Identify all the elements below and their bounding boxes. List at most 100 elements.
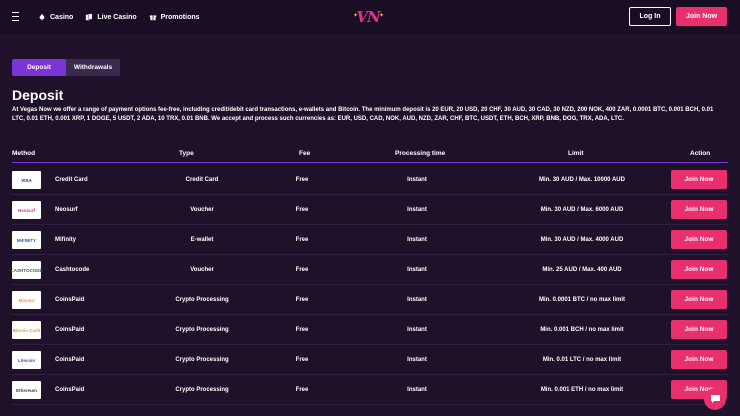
- table-row: Neosurf Neosurf Voucher Free Instant Min…: [12, 195, 728, 225]
- method-limit: Min. 30 AUD / Max. 6000 AUD: [540, 206, 624, 213]
- method-type: Voucher: [190, 206, 214, 213]
- nav-live-casino[interactable]: Live Casino: [85, 13, 137, 21]
- join-now-button[interactable]: Join Now: [671, 170, 727, 189]
- join-now-button[interactable]: Join Now: [671, 320, 727, 339]
- cards-icon: [86, 13, 93, 21]
- header-processing-time: Processing time: [395, 150, 446, 157]
- menu-icon[interactable]: [12, 12, 19, 21]
- method-processing-time: Instant: [407, 356, 427, 363]
- join-now-button[interactable]: Join Now: [671, 200, 727, 219]
- method-name: Credit Card: [55, 176, 88, 183]
- method-processing-time: Instant: [407, 386, 427, 393]
- site-header: Casino Live Casino Promotions ✦ VN ✦ Log…: [0, 0, 740, 34]
- star-icon: ✦: [379, 13, 385, 19]
- page-title: Deposit: [12, 87, 64, 103]
- method-logo: Ethereum: [12, 381, 41, 399]
- payment-tabs: Deposit Withdrawals: [12, 59, 120, 76]
- gift-icon: [149, 15, 156, 21]
- method-processing-time: Instant: [407, 296, 427, 303]
- method-limit: Min. 30 AUD / Max. 4000 AUD: [540, 236, 624, 243]
- method-logo: CASHTOCODE: [10, 261, 43, 279]
- method-type: Crypto Processing: [175, 296, 229, 303]
- method-name: Neosurf: [55, 206, 78, 213]
- tab-deposit[interactable]: Deposit: [12, 59, 66, 76]
- nav-casino[interactable]: Casino: [38, 13, 73, 21]
- spade-icon: [39, 13, 45, 21]
- nav-live-casino-label: Live Casino: [97, 13, 137, 21]
- method-processing-time: Instant: [407, 206, 427, 213]
- table-header: Method Type Fee Processing time Limit Ac…: [12, 150, 728, 163]
- table-row: MiFINITY Mifinity E-wallet Free Instant …: [12, 225, 728, 255]
- nav-promotions-label: Promotions: [160, 13, 200, 21]
- method-fee: Free: [295, 266, 309, 273]
- main-nav: Casino Live Casino Promotions: [38, 0, 200, 34]
- header-limit: Limit: [568, 150, 584, 157]
- method-logo: VISA: [12, 171, 41, 189]
- method-limit: Min. 0.001 ETH / no max limit: [540, 386, 624, 393]
- method-logo-text: CASHTOCODE: [10, 267, 43, 273]
- join-now-button[interactable]: Join Now: [676, 7, 727, 26]
- join-now-button[interactable]: Join Now: [671, 230, 727, 249]
- method-logo-text: Neosurf: [17, 207, 35, 213]
- method-logo: MiFINITY: [12, 231, 41, 249]
- nav-promotions[interactable]: Promotions: [149, 13, 200, 21]
- table-row: CASHTOCODE Cashtocode Voucher Free Insta…: [10, 255, 728, 285]
- method-fee: Free: [295, 326, 309, 333]
- method-processing-time: Instant: [407, 236, 427, 243]
- nav-casino-label: Casino: [50, 13, 74, 21]
- chat-icon: [710, 395, 720, 403]
- site-logo[interactable]: ✦ VN ✦: [353, 8, 385, 26]
- method-logo: Litecoin: [12, 351, 41, 369]
- join-now-button[interactable]: Join Now: [671, 350, 727, 369]
- table-row: Ethereum CoinsPaid Crypto Processing Fre…: [12, 375, 728, 405]
- method-name: CoinsPaid: [55, 326, 85, 333]
- method-limit: Min. 0.001 BCH / no max limit: [540, 326, 624, 333]
- method-fee: Free: [295, 356, 309, 363]
- method-logo: Bitcoin Cash: [12, 321, 41, 339]
- logo-text: VN: [356, 8, 380, 26]
- method-processing-time: Instant: [407, 266, 427, 273]
- method-fee: Free: [295, 236, 309, 243]
- tab-withdrawals[interactable]: Withdrawals: [66, 59, 120, 76]
- method-fee: Free: [295, 176, 309, 183]
- method-limit: Min. 0.01 LTC / no max limit: [542, 356, 622, 363]
- method-logo-text: Bitcoin: [18, 297, 35, 303]
- method-processing-time: Instant: [407, 326, 427, 333]
- header-type: Type: [179, 150, 194, 157]
- method-limit: Min. 0.0001 BTC / no max limit: [538, 296, 626, 303]
- method-name: Mifinity: [55, 236, 76, 243]
- method-limit: Min. 30 AUD / Max. 10000 AUD: [539, 176, 625, 183]
- method-type: Crypto Processing: [175, 326, 229, 333]
- method-logo: Bitcoin: [12, 291, 41, 309]
- method-type: Credit Card: [185, 176, 219, 183]
- method-name: Cashtocode: [55, 266, 90, 273]
- method-type: Voucher: [190, 266, 214, 273]
- method-name: CoinsPaid: [55, 356, 85, 363]
- join-now-button[interactable]: Join Now: [671, 290, 727, 309]
- method-logo-text: Ethereum: [16, 387, 37, 393]
- login-button[interactable]: Log In: [629, 7, 671, 26]
- method-fee: Free: [295, 296, 309, 303]
- header-fee: Fee: [299, 150, 311, 157]
- table-row: Bitcoin CoinsPaid Crypto Processing Free…: [12, 285, 728, 315]
- header-action: Action: [690, 150, 711, 157]
- method-logo-text: Bitcoin Cash: [12, 327, 41, 333]
- header-method: Method: [12, 150, 36, 157]
- method-logo-text: Litecoin: [17, 357, 36, 363]
- table-row: Litecoin CoinsPaid Crypto Processing Fre…: [12, 345, 728, 375]
- method-logo: Neosurf: [12, 201, 41, 219]
- method-limit: Min. 25 AUD / Max. 400 AUD: [542, 266, 622, 273]
- intro-text: At Vegas Now we offer a range of payment…: [12, 107, 714, 122]
- method-type: E-wallet: [190, 236, 214, 243]
- method-type: Crypto Processing: [175, 356, 229, 363]
- method-processing-time: Instant: [407, 176, 427, 183]
- method-name: CoinsPaid: [55, 386, 85, 393]
- chat-button[interactable]: [704, 388, 726, 410]
- method-logo-text: MiFINITY: [16, 237, 37, 243]
- method-fee: Free: [295, 206, 309, 213]
- method-fee: Free: [295, 386, 309, 393]
- table-row: VISA Credit Card Credit Card Free Instan…: [12, 165, 728, 195]
- method-type: Crypto Processing: [175, 386, 229, 393]
- method-name: CoinsPaid: [55, 296, 85, 303]
- join-now-button[interactable]: Join Now: [671, 260, 727, 279]
